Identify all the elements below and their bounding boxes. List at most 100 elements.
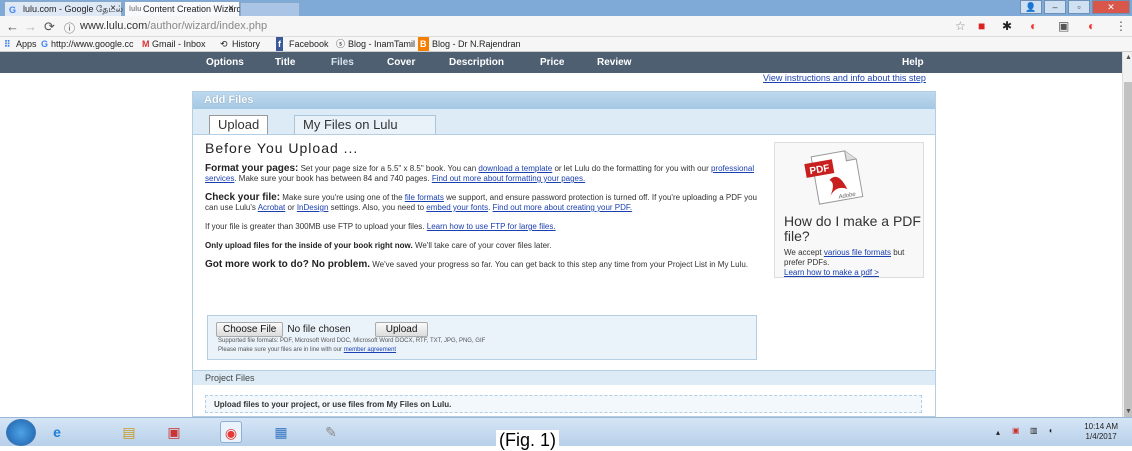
scroll-up-icon[interactable]: ▲ (1125, 54, 1132, 61)
file-formats-link[interactable]: file formats (405, 193, 444, 202)
nav-options[interactable]: Options (206, 52, 244, 73)
tab-label: lulu.com - Google தேடல் (23, 4, 123, 14)
forward-icon[interactable]: → (24, 19, 37, 34)
minimize-icon[interactable]: – (1044, 0, 1066, 14)
check-bold: Check your file: (205, 192, 281, 203)
instructions-link[interactable]: View instructions and info about this st… (763, 73, 926, 83)
url-host: www.lulu.com (80, 20, 148, 32)
bookmark-google[interactable]: http://www.google.cc (51, 37, 134, 51)
explorer-icon[interactable]: ▤ (118, 421, 140, 443)
paint-icon[interactable]: ✎ (320, 421, 342, 443)
inside-bold: Only upload files for the inside of your… (205, 241, 413, 250)
new-tab-button[interactable] (240, 2, 300, 16)
bookmark-facebook[interactable]: Facebook (289, 37, 329, 51)
network-tray-icon[interactable]: ▥ (1030, 426, 1038, 435)
network-icon[interactable]: ▦ (270, 421, 292, 443)
more-work-bold: Got more work to do? No problem. (205, 259, 370, 270)
text: We'll take care of your cover files late… (412, 241, 552, 250)
gmail-icon: M (142, 39, 150, 49)
vertical-scrollbar[interactable]: ▲ ▼ (1122, 52, 1132, 422)
nav-cover[interactable]: Cover (387, 52, 415, 73)
clock-date: 1/4/2017 (1085, 432, 1117, 441)
tray-icon[interactable]: ▣ (1012, 426, 1020, 435)
panel-title: Add Files (193, 92, 935, 109)
embed-fonts-link[interactable]: embed your fonts (426, 203, 488, 212)
panel-tabs: Upload My Files on Lulu (193, 109, 935, 135)
nav-files[interactable]: Files (331, 52, 354, 73)
nav-price[interactable]: Price (540, 52, 564, 73)
bookmark-apps[interactable]: Apps (16, 37, 37, 51)
facebook-icon: f (276, 37, 283, 51)
office-icon[interactable]: ▣ (163, 421, 185, 443)
bookmarks-bar: ⠿ Apps G http://www.google.cc M Gmail - … (0, 37, 1132, 52)
bookmark-inamtamil[interactable]: Blog - InamTamil (348, 37, 415, 51)
nav-description[interactable]: Description (449, 52, 504, 73)
volume-icon[interactable]: ◖ (1048, 426, 1053, 435)
chrome-icon[interactable]: ◉ (220, 421, 242, 443)
formatting-link[interactable]: Find out more about formatting your page… (432, 174, 585, 183)
learn-pdf-link[interactable]: Learn how to make a pdf > (784, 268, 879, 277)
project-files-header: Project Files (193, 370, 935, 385)
acrobat-link[interactable]: Acrobat (258, 203, 286, 212)
extension-icon[interactable]: ◐ (1030, 19, 1037, 33)
extension-icon[interactable]: ■ (978, 19, 985, 33)
start-button[interactable] (6, 419, 36, 446)
google-icon: G (41, 39, 49, 49)
creating-pdf-link[interactable]: Find out more about creating your PDF. (493, 203, 633, 212)
member-agreement-link[interactable]: member agreement (344, 347, 396, 353)
bookmark-gmail[interactable]: Gmail - Inbox (152, 37, 206, 51)
text: or let Lulu do the formatting for you wi… (552, 164, 711, 173)
text: If your file is greater than 300MB use F… (205, 222, 427, 231)
tab-upload[interactable]: Upload (209, 115, 269, 134)
text: We've saved your progress so far. You ca… (370, 260, 749, 269)
various-formats-link[interactable]: various file formats (824, 248, 891, 257)
choose-file-button[interactable]: Choose File (216, 322, 284, 337)
close-icon[interactable]: × (110, 2, 116, 16)
upload-button[interactable]: Upload (374, 322, 429, 337)
tab-my-files[interactable]: My Files on Lulu (294, 115, 436, 134)
nav-help[interactable]: Help (902, 52, 924, 73)
nav-title[interactable]: Title (275, 52, 295, 73)
pdf-text: We accept various file formats but prefe… (784, 248, 923, 278)
add-files-panel: Add Files Upload My Files on Lulu Before… (192, 91, 936, 417)
instructions-content: Before You Upload ... Format your pages:… (205, 140, 765, 279)
url-field[interactable]: www.lulu.com/author/wizard/index.php (80, 18, 940, 35)
star-icon[interactable]: ☆ (955, 19, 966, 33)
extension-icon[interactable]: ▣ (1058, 19, 1069, 33)
extension-icon[interactable]: ◐ (1088, 19, 1095, 33)
browser-tab-wizard[interactable]: lulu Content Creation Wizard × (124, 1, 242, 16)
text: Set your page size for a 5.5" x 8.5" boo… (298, 164, 479, 173)
indesign-link[interactable]: InDesign (297, 203, 329, 212)
ie-icon[interactable]: e (46, 421, 68, 443)
scroll-thumb[interactable] (1124, 82, 1132, 422)
nav-review[interactable]: Review (597, 52, 631, 73)
clock[interactable]: 10:14 AM 1/4/2017 (1084, 422, 1118, 442)
apps-icon: ⠿ (4, 39, 11, 49)
close-window-icon[interactable]: ✕ (1092, 0, 1130, 14)
url-path: /author/wizard/index.php (147, 20, 268, 32)
profile-icon[interactable]: 👤 (1020, 0, 1042, 14)
window-controls: 👤 – ▫ ✕ (1020, 0, 1130, 14)
ftp-link[interactable]: Learn how to use FTP for large files. (427, 222, 556, 231)
scroll-down-icon[interactable]: ▼ (1125, 408, 1132, 415)
bookmark-rajendran[interactable]: Blog - Dr N.Rajendran (432, 37, 521, 51)
maximize-icon[interactable]: ▫ (1068, 0, 1090, 14)
ftp-paragraph: If your file is greater than 300MB use F… (205, 222, 765, 232)
text: . Make sure your book has between 84 and… (234, 174, 432, 183)
extension-icon[interactable]: ✱ (1002, 19, 1012, 33)
supported-formats: Supported file formats: PDF, Microsoft W… (218, 338, 486, 344)
reload-icon[interactable]: ⟳ (44, 19, 55, 35)
upload-box: Choose File No file chosen Upload Suppor… (207, 315, 757, 360)
tray-arrow-icon[interactable]: ▴ (996, 428, 1000, 437)
browser-tab-google[interactable]: G lulu.com - Google தேடல் × (4, 1, 123, 16)
bookmark-history[interactable]: History (232, 37, 260, 51)
back-icon[interactable]: ← (6, 19, 19, 34)
close-icon[interactable]: × (228, 2, 234, 16)
check-paragraph: Check your file: Make sure you're using … (205, 193, 765, 213)
blogger-icon: B (418, 37, 429, 51)
wizard-nav: Options Title Files Cover Description Pr… (0, 52, 1122, 73)
text: Make sure you're using one of the (280, 193, 405, 202)
download-template-link[interactable]: download a template (478, 164, 552, 173)
text: Please make sure your files are in line … (218, 347, 344, 353)
menu-icon[interactable]: ⋮ (1115, 19, 1127, 33)
